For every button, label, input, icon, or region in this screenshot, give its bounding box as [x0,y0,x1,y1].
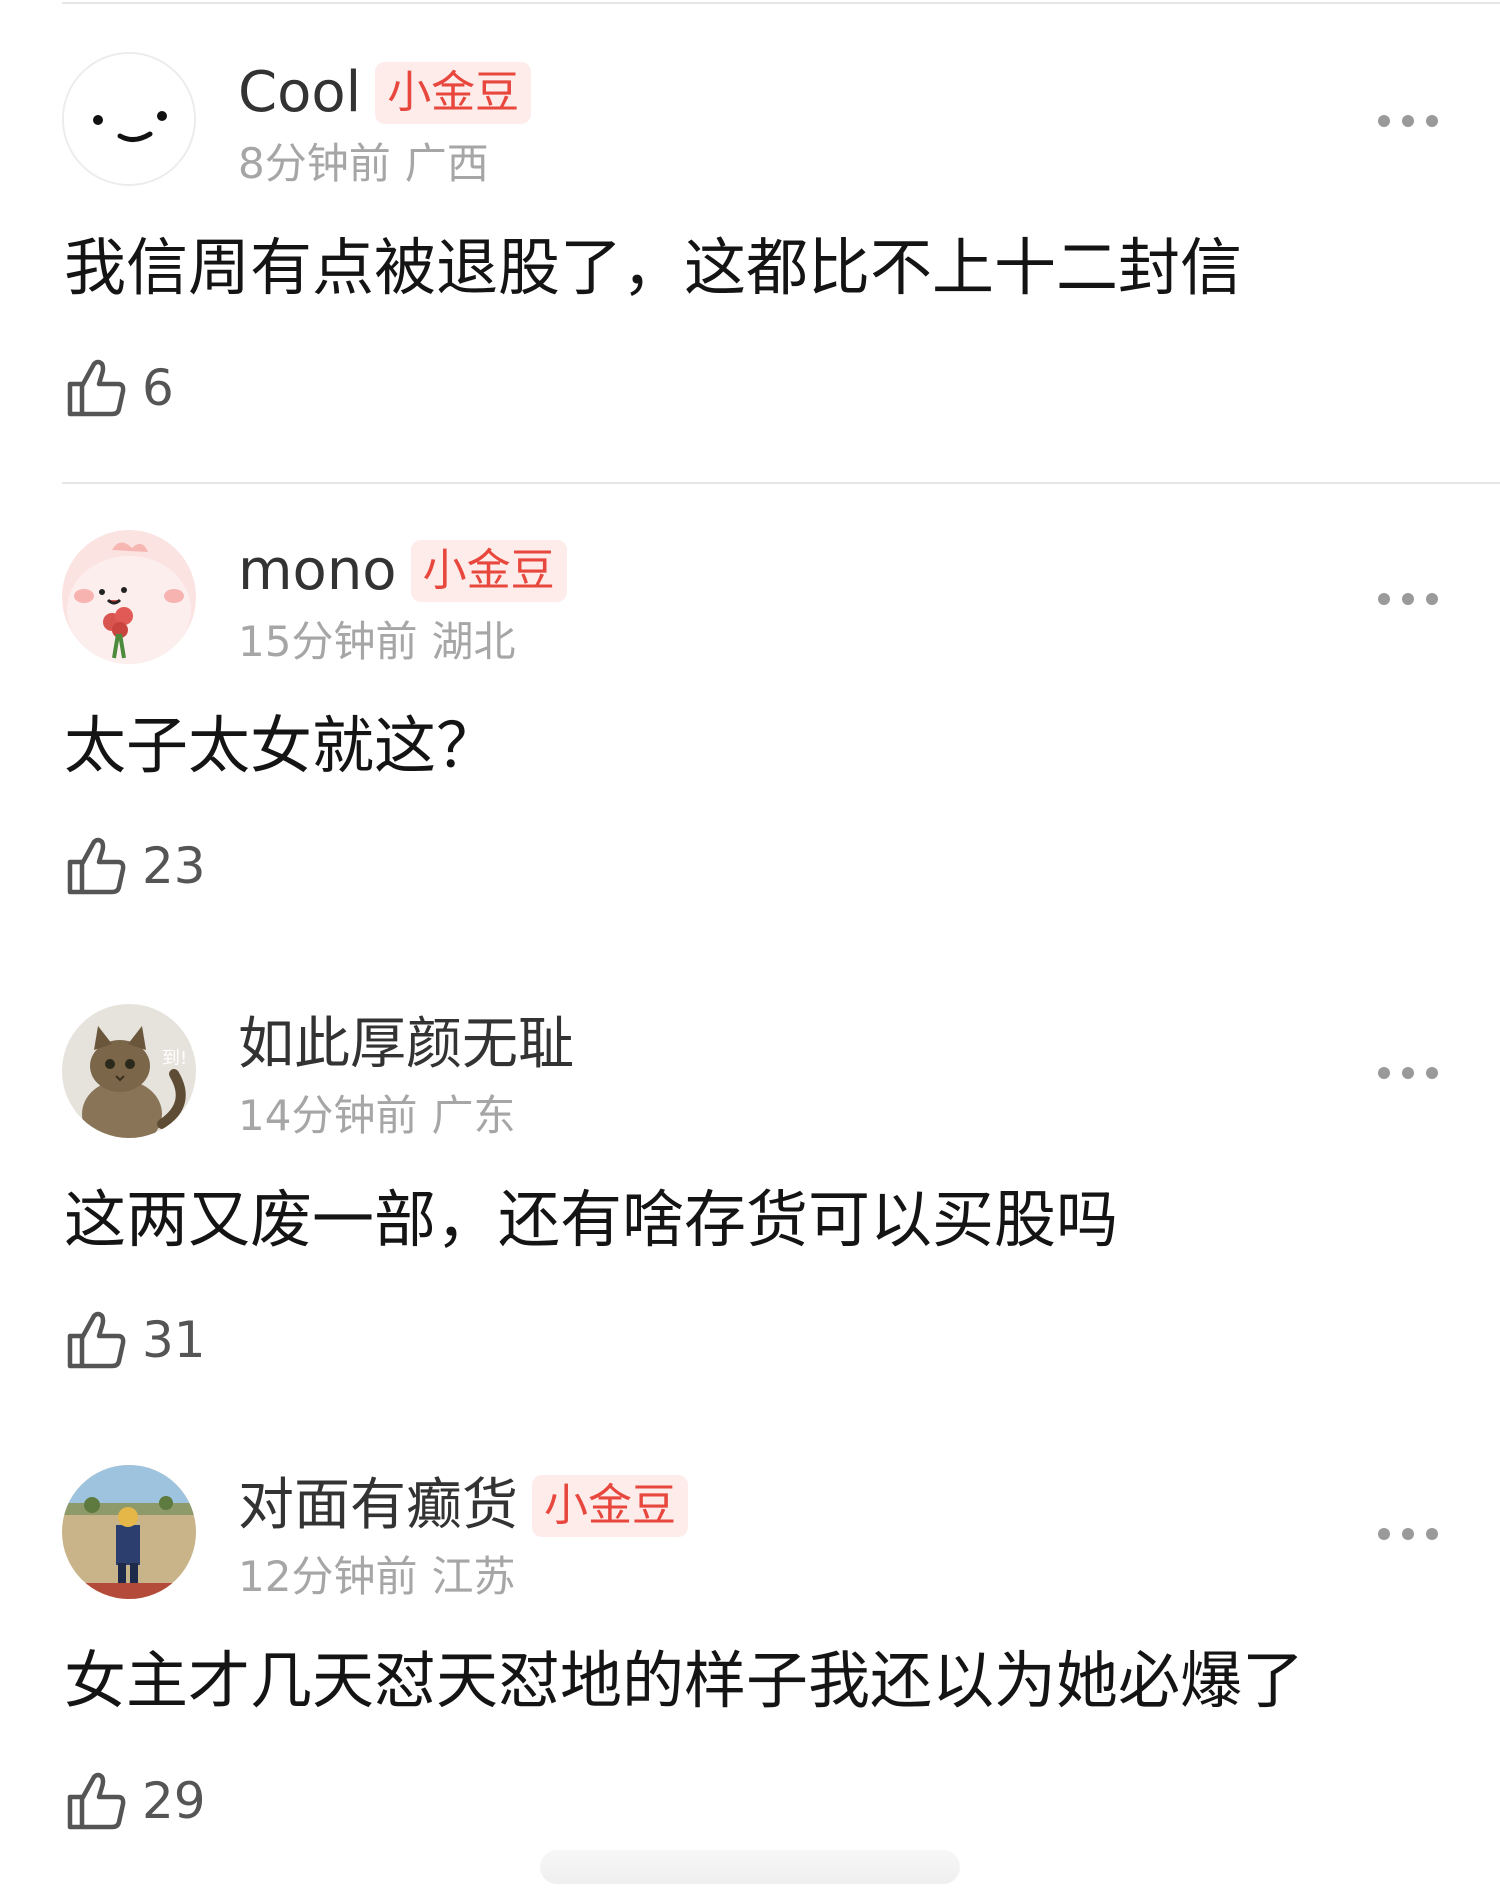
comment-text: 这两又废一部，还有啥存货可以买股吗 [64,1183,1119,1256]
user-badge: 小金豆 [532,1475,688,1537]
more-dot [1426,115,1438,127]
avatar[interactable] [62,1465,196,1599]
comment-location: 湖北 [431,617,516,666]
cat-avatar-icon [62,1004,196,1138]
like-button[interactable]: 23 [64,830,206,902]
user-row: 如此厚颜无耻 [238,1010,574,1080]
comment-item: Cool 小金豆 8分钟前 广西 我信周有点被退股了，这都比不上十二封信 6 [0,0,1500,484]
thumbs-up-icon [67,1772,126,1830]
avatar[interactable] [62,530,196,664]
comment-item: 到! 如此厚颜无耻 14分钟前 广东 这两又废一部，还有啥存货可以买股吗 31 [0,952,1500,1427]
more-dot [1426,593,1438,605]
user-row: 对面有癫货 小金豆 [238,1471,688,1541]
thumbs-up-icon [67,1311,126,1369]
comment-text: 我信周有点被退股了，这都比不上十二封信 [64,231,1243,304]
like-button[interactable]: 31 [64,1304,206,1376]
comment-time: 8分钟前 [238,139,391,188]
user-badge: 小金豆 [410,540,567,602]
smiley-face-icon [64,54,194,184]
more-dot [1426,1067,1438,1079]
comment-text: 女主才几天怼天怼地的样子我还以为她必爆了 [64,1644,1305,1717]
thumbs-up-icon [67,359,126,417]
thumbs-up-icon [67,837,126,895]
comment-location: 广东 [431,1091,516,1140]
pink-character-avatar-icon [62,530,196,664]
avatar[interactable]: 到! [62,1004,196,1138]
comment-meta: 14分钟前 广东 [238,1086,515,1146]
more-options-button[interactable] [1378,106,1438,136]
username[interactable]: 对面有癫货 [238,1471,518,1541]
like-button[interactable]: 6 [64,352,174,424]
comment-meta: 12分钟前 江苏 [238,1547,515,1607]
more-dot [1402,1528,1414,1540]
comment-item: mono 小金豆 15分钟前 湖北 太子太女就这？ 23 [0,478,1500,953]
comment-time: 14分钟前 [238,1091,418,1140]
username[interactable]: Cool [238,58,361,128]
more-dot [1402,1067,1414,1079]
comment-time: 15分钟前 [238,617,418,666]
like-count: 29 [142,1772,206,1830]
avatar[interactable] [62,52,196,186]
more-dots-icon [1378,1067,1390,1079]
comment-location: 广西 [404,139,489,188]
more-options-button[interactable] [1378,584,1438,614]
user-row: mono 小金豆 [238,536,567,606]
more-dot [1402,593,1414,605]
more-options-button[interactable] [1378,1519,1438,1549]
like-count: 23 [142,837,206,895]
home-indicator[interactable] [540,1850,960,1884]
more-dots-icon [1378,593,1390,605]
more-dot [1426,1528,1438,1540]
like-count: 31 [142,1311,206,1369]
comment-meta: 15分钟前 湖北 [238,612,515,672]
user-badge: 小金豆 [375,62,532,124]
comment-item: 对面有癫货 小金豆 12分钟前 江苏 女主才几天怼天怼地的样子我还以为她必爆了 2… [0,1413,1500,1888]
more-dots-icon [1378,115,1390,127]
user-row: Cool 小金豆 [238,58,532,128]
comment-location: 江苏 [431,1552,516,1601]
comment-meta: 8分钟前 广西 [238,134,489,194]
avatar-caption: 到! [162,1048,188,1069]
more-dot [1402,115,1414,127]
more-dots-icon [1378,1528,1390,1540]
game-scene-avatar-icon [62,1465,196,1599]
like-count: 6 [142,359,174,417]
comment-time: 12分钟前 [238,1552,418,1601]
like-button[interactable]: 29 [64,1765,206,1837]
username[interactable]: 如此厚颜无耻 [238,1010,574,1080]
username[interactable]: mono [238,536,397,606]
comment-text: 太子太女就这？ [64,709,499,782]
more-options-button[interactable] [1378,1058,1438,1088]
